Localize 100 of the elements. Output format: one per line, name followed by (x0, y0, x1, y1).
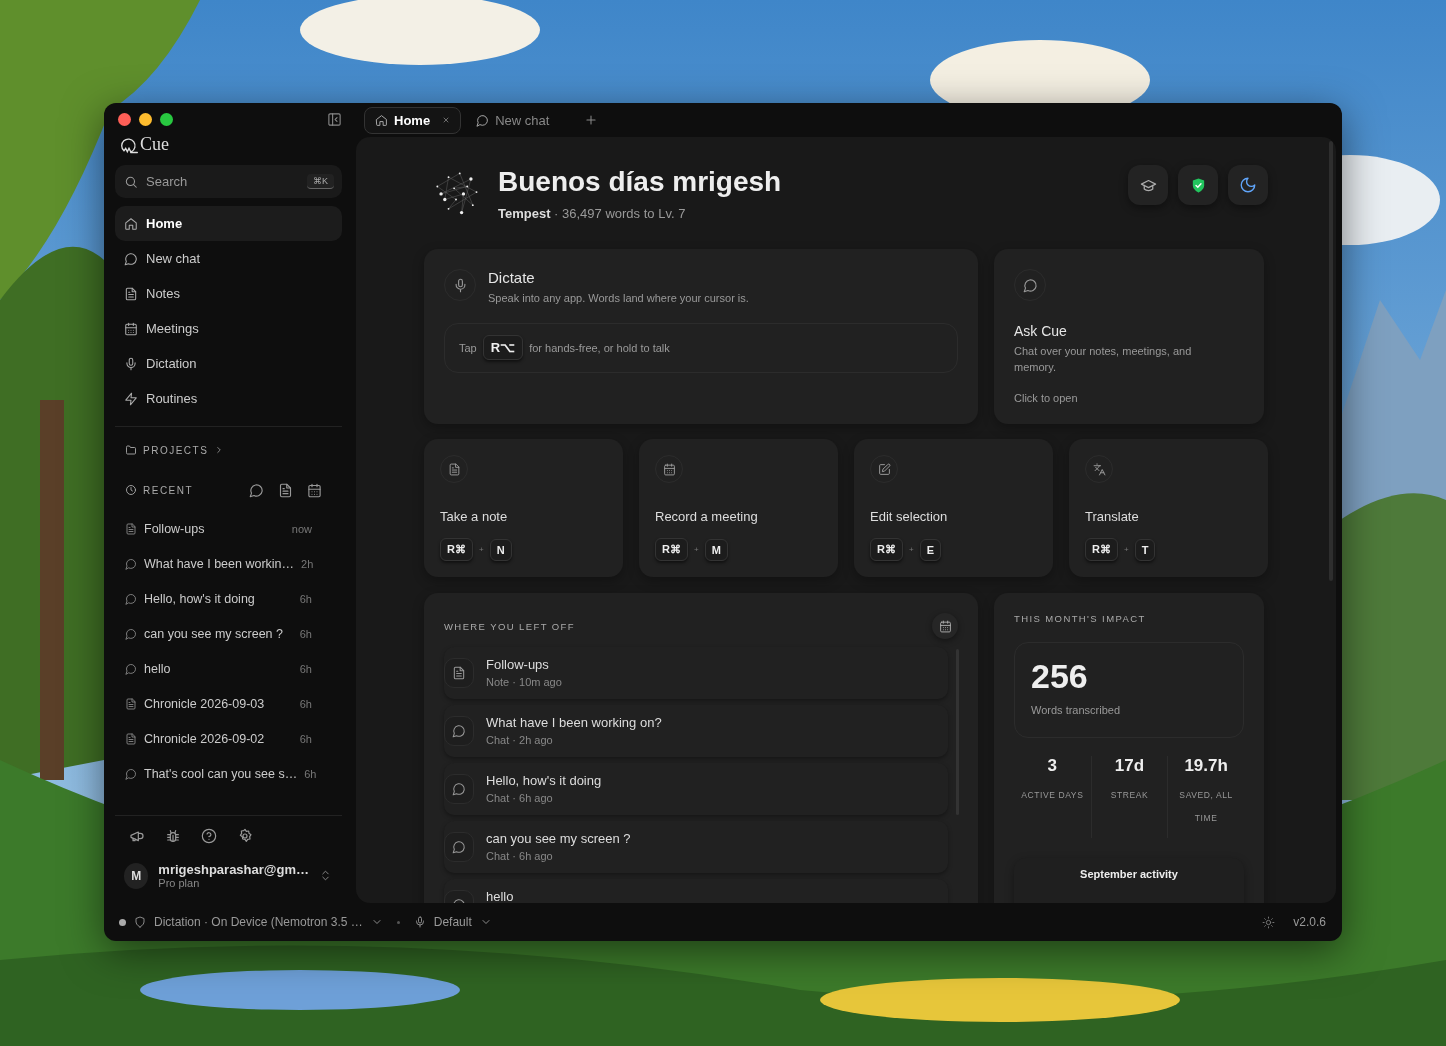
nav-item[interactable]: Dictation (115, 346, 342, 381)
megaphone-icon (129, 828, 145, 844)
recent-item[interactable]: can you see my screen ? Chat · 6h ago (444, 821, 948, 873)
stat-label: STREAK (1109, 789, 1150, 802)
recent-item[interactable]: hello (444, 879, 948, 903)
document-icon (447, 462, 461, 476)
nav-item[interactable]: Meetings (115, 311, 342, 346)
calendar-icon (124, 321, 138, 336)
bug-icon (165, 828, 181, 844)
close-button[interactable] (118, 112, 131, 126)
hint-text: for hands-free, or hold to talk (529, 341, 670, 354)
microphone-selector[interactable]: Default (433, 915, 472, 929)
action-card[interactable]: Translate R⌘ + T (1069, 439, 1268, 577)
timestamp: 6h (304, 767, 317, 780)
item-title: hello (486, 889, 514, 903)
item-meta: Chat · 6h ago (486, 792, 554, 804)
recent-item[interactable]: Chronicle 2026-09-03 6h (115, 686, 342, 721)
chat-icon (125, 627, 137, 640)
moon-icon (1239, 176, 1257, 194)
chat-icon (452, 782, 466, 796)
card-description: Speak into any app. Words land where your cursor is. (488, 291, 749, 306)
key-cap: E (919, 538, 941, 561)
key-cap: R⌥ (482, 335, 524, 361)
calendar-button[interactable] (932, 613, 958, 639)
theme-button[interactable] (1228, 165, 1268, 205)
recent-item[interactable]: Hello, how's it doing Chat · 6h ago (444, 763, 948, 815)
recent-item[interactable]: Hello, how's it doing 6h (115, 581, 342, 616)
action-card[interactable]: Take a note R⌘ + N (424, 439, 623, 577)
document-icon (125, 522, 137, 535)
document-icon (125, 732, 137, 745)
action-card[interactable]: Edit selection R⌘ + E (854, 439, 1053, 577)
sidebar-toggle-icon (327, 111, 342, 127)
user-email: mrigeshparashar@gm… (158, 862, 309, 877)
microphone-icon (413, 916, 426, 928)
document-icon (278, 482, 293, 498)
plus-sign: + (693, 545, 699, 554)
close-icon (442, 116, 451, 124)
calendar-icon (938, 619, 952, 633)
plus-sign: + (1123, 545, 1129, 554)
clock-icon (125, 484, 137, 496)
key-cap: R⌘ (655, 538, 688, 561)
recent-item[interactable]: Chronicle 2026-09-02 6h (115, 721, 342, 756)
item-title: can you see my screen ? (486, 831, 631, 846)
shortcut-hint: ⌘K (307, 174, 334, 189)
privacy-button[interactable] (1178, 165, 1218, 205)
stat-label: Words transcribed (1031, 704, 1122, 716)
zoom-button[interactable] (160, 112, 173, 126)
translate-icon (1092, 462, 1106, 476)
search-icon (124, 174, 138, 189)
stat-label: ACTIVE DAYS (1020, 789, 1085, 802)
recent-item[interactable]: Follow-ups Note · 10m ago (444, 647, 948, 699)
card-title: Record a meeting (655, 509, 759, 524)
action-card[interactable]: Record a meeting R⌘ + M (639, 439, 838, 577)
card-title: Dictate (488, 269, 536, 286)
nav-item[interactable]: Routines (115, 381, 342, 416)
item-meta: Note · 10m ago (486, 676, 562, 688)
item-title: Follow-ups (486, 657, 550, 672)
user-avatar[interactable]: M (124, 862, 149, 889)
hint-text: Tap (459, 341, 477, 354)
folder-icon (125, 444, 137, 456)
stat-value: 17d (1113, 756, 1146, 776)
recent-item[interactable]: That's cool can you see s… 6h (115, 756, 342, 791)
timestamp: 2h (301, 557, 314, 570)
recent-item[interactable]: Follow-ups now (115, 511, 342, 546)
dictate-card[interactable]: Dictate Speak into any app. Words land where your cursor is. Tap R⌥ for hands-free, or hold to talk (424, 249, 978, 424)
key-cap: R⌘ (1085, 538, 1118, 561)
version-label: v2.0.6 (1293, 915, 1326, 929)
home-icon (124, 216, 138, 231)
minimize-button[interactable] (139, 112, 152, 126)
settings-icon (237, 828, 253, 844)
section-label[interactable]: PROJECTS (143, 444, 209, 456)
learn-button[interactable] (1128, 165, 1168, 205)
card-title: Take a note (440, 509, 509, 524)
ask-card[interactable]: Ask Cue Chat over your notes, meetings, and memory. Click to open (994, 249, 1264, 424)
chat-icon (476, 113, 490, 127)
chat-icon (452, 840, 466, 854)
dictation-status[interactable]: Dictation · On Device (Nemotron 3.5 … (154, 915, 363, 929)
key-cap: R⌘ (870, 538, 903, 561)
document-icon (124, 286, 138, 301)
recent-item[interactable]: What have I been working on? Chat · 2h ago (444, 705, 948, 757)
chat-icon (124, 251, 138, 266)
recent-item[interactable]: hello 6h (115, 651, 342, 686)
recent-item[interactable]: What have I been workin… 2h (115, 546, 342, 581)
recent-item[interactable]: can you see my screen ? 6h (115, 616, 342, 651)
home-icon (375, 113, 388, 127)
tab[interactable]: New chat (465, 106, 561, 134)
tab[interactable]: Home (364, 106, 462, 134)
stat-label: SAVED, ALL TIME (1178, 789, 1234, 825)
section-label: THIS MONTH'S IMPACT (1014, 613, 1147, 624)
chat-icon (125, 767, 137, 780)
nav-item[interactable]: Notes (115, 276, 342, 311)
shield-icon (134, 916, 146, 928)
open-hint: Click to open (1014, 391, 1079, 404)
calendar-icon (662, 462, 676, 476)
calendar-icon (307, 482, 322, 498)
nav-item[interactable]: New chat (115, 241, 342, 276)
key-cap: T (1134, 538, 1156, 561)
search-field[interactable]: Search ⌘K (115, 165, 342, 198)
word-count: 256 (1031, 657, 1089, 696)
nav-item[interactable]: Home (115, 206, 342, 241)
